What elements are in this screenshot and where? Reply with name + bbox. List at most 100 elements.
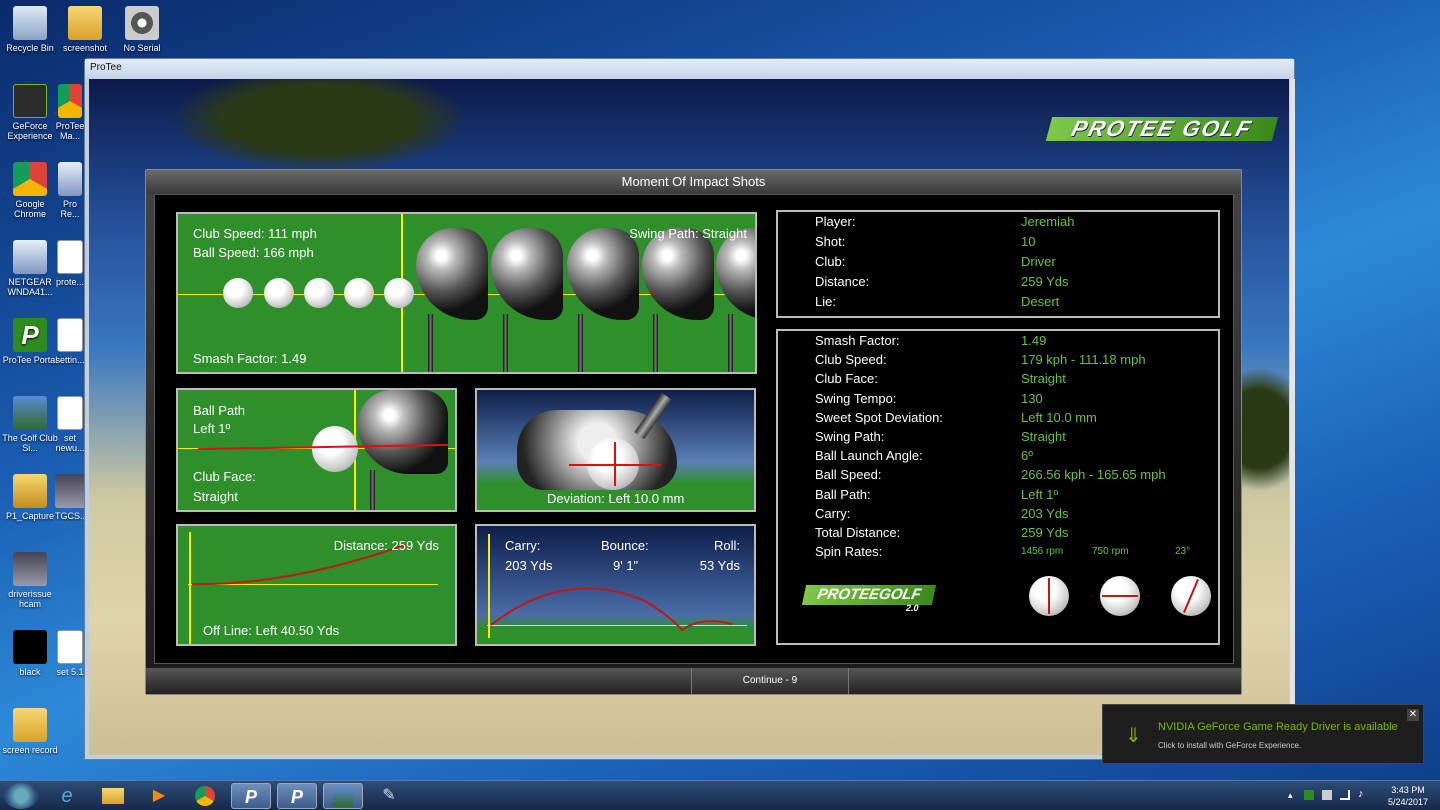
stat-label: Total Distance: [815,524,901,540]
desktop-icon-geforce[interactable]: GeForce Experience [0,84,60,141]
clock-date: 5/24/2017 [1387,797,1429,807]
app-icon [58,162,82,196]
club-shaft [653,314,658,372]
close-icon[interactable]: ✕ [1407,709,1419,721]
folder-icon [13,708,47,742]
gear-icon [125,6,159,40]
info-label: Club: [815,254,846,269]
info-value: Driver [1021,254,1056,269]
continue-button[interactable]: Continue - 9 [691,668,849,694]
file-explorer-icon[interactable] [93,783,133,809]
folder-icon [13,474,47,508]
golf-ball [312,426,358,472]
desktop-icon-set-51[interactable]: set 5.1 [55,630,85,677]
protee-portal-icon: P [13,318,47,352]
roll-label: Roll: [713,538,740,553]
paint-icon[interactable]: ✎ [369,783,409,809]
volume-icon[interactable]: ♪ [1358,788,1364,800]
stat-value: 203 Yds [1021,505,1069,521]
internet-explorer-icon[interactable]: e [47,783,87,809]
show-hidden-icons[interactable]: ▴ [1288,790,1293,801]
desktop-icon-screenshot[interactable]: screenshot [55,6,115,53]
desktop-icon-label: Recycle Bin [6,43,54,53]
stat-row: Ball Speed: 266.56 kph - 165.65 mph [815,465,1215,484]
desktop-icon-p1-capture[interactable]: P1_Capture [0,474,60,521]
ball-path-value: Left 1º [193,421,231,436]
ball-flight-view: Carry: 203 Yds Bounce: 9' 1" Roll: 53 Yd… [475,524,756,646]
document-icon [57,630,83,664]
nvidia-tray-icon[interactable] [1304,790,1314,800]
club-shaft [728,314,733,372]
nvidia-notification[interactable]: ⇓ NVIDIA GeForce Game Ready Driver is av… [1102,704,1424,764]
club-shaft [503,314,508,372]
continue-bar: Continue - 9 [146,668,1241,694]
stat-row: Club Face: Straight [815,369,1215,388]
desktop-icon-label: No Serial [123,43,161,53]
club-speed-text: Club Speed: 111 mph [193,226,317,241]
desktop-icon-protee-portal[interactable]: P ProTee Portal [0,318,60,365]
desktop-icon-black[interactable]: black [0,630,60,677]
backspin-ball-icon [1029,576,1069,616]
desktop-icon-recycle-bin[interactable]: Recycle Bin [0,6,60,53]
desktop-icon-label: ProTee Ma... [55,121,85,141]
desktop-icon-set-newu[interactable]: set newu... [55,396,85,453]
desktop-icon-settings[interactable]: settin... [55,318,85,365]
notification-subtitle: Click to install with GeForce Experience… [1158,741,1302,750]
folder-icon [68,6,102,40]
download-arrow-icon: ⇓ [1125,725,1142,747]
ball-speed-text: Ball Speed: 166 mph [193,245,314,260]
desktop-icon-prote[interactable]: prote... [55,240,85,287]
window-title: ProTee [85,59,1294,79]
desktop-icon-label: settin... [55,355,85,365]
desktop-icon-netgear[interactable]: NETGEAR WNDA41... [0,240,60,297]
desktop-icon-driverissue[interactable]: driverissue hcam [0,552,60,609]
desktop-icon-label: NETGEAR WNDA41... [7,277,53,297]
stat-label: Swing Path: [815,428,885,444]
media-player-icon[interactable]: ▶ [139,783,179,809]
protee-portal-taskbar-icon[interactable]: P [277,783,317,809]
desktop-icon-label: The Golf Club Si... [2,433,58,453]
club-face-value: Straight [193,489,238,504]
stat-value: Left 10.0 mm [1021,409,1097,425]
stat-label: Ball Path: [815,486,871,502]
club-shaft [428,314,433,372]
sweet-spot-view: Deviation: Left 10.0 mm [475,388,756,512]
stat-row: Spin Rates: 1456 rpm 750 rpm 23° [815,542,1215,561]
desktop-icon-tgcs[interactable]: TGCS... [55,474,85,521]
desktop-icon-pro-re[interactable]: Pro Re... [55,162,85,219]
palm-tree-image [149,79,489,179]
flag-tray-icon[interactable] [1322,790,1332,800]
network-icon[interactable] [1340,790,1350,800]
window-scrollbar[interactable] [1290,79,1295,755]
clock[interactable]: 3:43 PM 5/24/2017 [1380,784,1436,808]
stat-label: Ball Speed: [815,467,882,483]
stat-row: Swing Tempo: 130 [815,389,1215,408]
spin-rate-value: 1456 rpm [1021,546,1064,558]
golf-club-taskbar-icon[interactable] [323,783,363,809]
notification-title: NVIDIA GeForce Game Ready Driver is avai… [1158,721,1398,733]
bounce-value: 9' 1" [613,558,639,573]
ball-path-label: Ball Path [193,403,246,418]
desktop-icon-no-serial[interactable]: No Serial [112,6,172,53]
protee-taskbar-icon[interactable]: P [231,783,271,809]
chrome-taskbar-icon[interactable] [185,783,225,809]
crosshair-vertical [614,442,616,486]
info-value: 10 [1021,234,1036,249]
desktop-icon-golf-club[interactable]: The Golf Club Si... [0,396,60,453]
info-row-distance: Distance: 259 Yds [815,272,1215,292]
club-shaft [370,470,375,510]
desktop-icon-protee-ma[interactable]: ProTee Ma... [55,84,85,141]
desktop-icon-chrome[interactable]: Google Chrome [0,162,60,219]
start-button[interactable] [4,783,38,809]
desktop-icon-screen-record[interactable]: screen record [0,708,60,755]
stat-row: Sweet Spot Deviation: Left 10.0 mm [815,408,1215,427]
carry-label: Carry: [505,538,541,553]
deviation-text: Deviation: Left 10.0 mm [547,491,685,506]
ball-frame [344,278,374,308]
stat-value: 266.56 kph - 165.65 mph [1021,467,1166,483]
stat-label: Club Speed: [815,352,887,368]
desktop-icon-label: Pro Re... [60,199,80,219]
stat-label: Carry: [815,505,851,521]
shot-stats-list: Smash Factor: 1.49 Club Speed: 179 kph - 1… [815,331,1215,571]
bounce-label: Bounce: [601,538,649,553]
